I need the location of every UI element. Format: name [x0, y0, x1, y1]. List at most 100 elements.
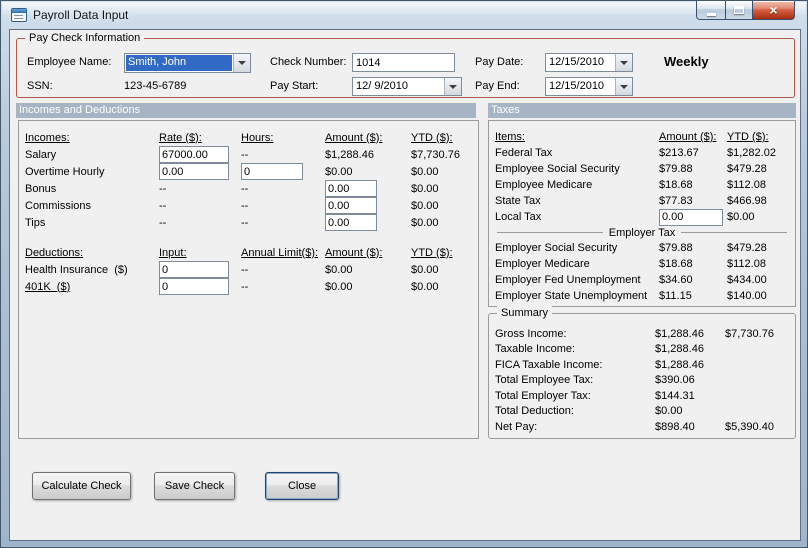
- pay-end-dropdown-button[interactable]: [615, 78, 632, 95]
- col-header-amount: Amount ($):: [659, 131, 717, 143]
- col-header-incomes: Incomes:: [25, 131, 70, 144]
- row-label: Total Employer Tax:: [495, 389, 591, 402]
- window-title: Payroll Data Input: [33, 8, 129, 22]
- chevron-down-icon: [620, 60, 628, 65]
- amount-cell: $0.00: [325, 280, 353, 293]
- rate-cell: --: [159, 199, 167, 212]
- salary-rate-input[interactable]: [159, 146, 229, 163]
- ssn-label: SSN:: [27, 80, 53, 92]
- 401k-input[interactable]: [159, 278, 229, 295]
- limit-cell: --: [241, 263, 249, 276]
- col-header-hours: Hours:: [241, 131, 274, 144]
- row-label: Employer Medicare: [495, 258, 590, 270]
- maximize-button[interactable]: [725, 1, 753, 20]
- local-tax-input[interactable]: [659, 208, 723, 226]
- amount-cell: $1,288.46: [655, 343, 704, 356]
- row-label: FICA Taxable Income:: [495, 358, 603, 371]
- pay-start-dropdown-button[interactable]: [444, 78, 461, 95]
- amount-cell: $1,288.46: [655, 358, 704, 371]
- col-header-deductions: Deductions:: [25, 246, 84, 259]
- check-number-input[interactable]: [352, 53, 455, 72]
- titlebar[interactable]: Payroll Data Input: [1, 1, 807, 29]
- col-header-ytd: YTD ($):: [411, 246, 453, 259]
- ytd-cell: $0.00: [411, 182, 439, 195]
- pay-date-label: Pay Date:: [475, 56, 524, 68]
- row-label: Taxable Income:: [495, 343, 576, 356]
- close-button[interactable]: Close: [265, 472, 339, 500]
- row-label: Gross Income:: [495, 327, 567, 340]
- ytd-cell: $0.00: [411, 165, 439, 178]
- overtime-rate-input[interactable]: [159, 163, 229, 180]
- ytd-cell: $0.00: [411, 263, 439, 276]
- row-label: Employer Fed Unemployment: [495, 274, 641, 286]
- bonus-amount-input[interactable]: [325, 180, 377, 197]
- row-label: Health Insurance ($): [25, 263, 128, 276]
- ytd-cell: $466.98: [727, 195, 767, 207]
- limit-cell: --: [241, 280, 249, 293]
- ytd-cell: $112.08: [727, 179, 766, 191]
- amount-cell: [325, 180, 411, 197]
- 401k-link[interactable]: 401K ($): [25, 281, 159, 293]
- calculate-check-button[interactable]: Calculate Check: [32, 472, 131, 500]
- amount-cell: $898.40: [655, 420, 695, 433]
- minimize-button[interactable]: [696, 1, 725, 20]
- employee-name-select[interactable]: Smith, John: [124, 53, 251, 73]
- row-label: Total Deduction:: [495, 405, 574, 418]
- close-window-button[interactable]: ×: [753, 1, 795, 20]
- pay-date-dropdown-button[interactable]: [615, 54, 632, 71]
- pay-date-datepicker[interactable]: 12/15/2010: [545, 53, 633, 72]
- rate-cell: [159, 163, 241, 180]
- row-label: Employee Social Security: [495, 163, 620, 175]
- row-label: State Tax: [495, 195, 541, 207]
- commissions-amount-input[interactable]: [325, 197, 377, 214]
- overtime-hours-input[interactable]: [241, 163, 303, 180]
- row-label: Net Pay:: [495, 420, 538, 433]
- pay-end-value: 12/15/2010: [549, 80, 605, 92]
- amount-cell: [325, 197, 411, 214]
- employer-tax-divider: Employer Tax: [497, 225, 787, 240]
- employee-name-dropdown-button[interactable]: [233, 54, 250, 72]
- save-check-button[interactable]: Save Check: [154, 472, 235, 500]
- pay-date-value: 12/15/2010: [549, 56, 605, 68]
- row-label: Tips: [25, 216, 46, 229]
- summary-table: Gross Income: $1,288.46 $7,730.76 Taxabl…: [489, 314, 795, 435]
- col-header-amount: Amount ($):: [325, 131, 383, 144]
- ytd-cell: $0.00: [411, 216, 439, 229]
- hours-cell: --: [241, 148, 249, 161]
- tips-amount-input[interactable]: [325, 214, 377, 231]
- ytd-cell: $140.00: [727, 290, 767, 302]
- employer-tax-label: Employer Tax: [608, 226, 676, 239]
- pay-frequency: Weekly: [664, 54, 709, 69]
- check-number-label: Check Number:: [270, 56, 347, 68]
- pay-end-datepicker[interactable]: 12/15/2010: [545, 77, 633, 96]
- ytd-cell: $1,282.02: [727, 147, 776, 159]
- amount-cell: $34.60: [659, 274, 693, 286]
- amount-cell: $79.88: [659, 163, 693, 175]
- summary-groupbox: Summary Gross Income: $1,288.46 $7,730.7…: [488, 306, 796, 439]
- row-label: Local Tax: [495, 211, 542, 223]
- pay-end-label: Pay End:: [475, 80, 520, 92]
- health-insurance-input[interactable]: [159, 261, 229, 278]
- employer-taxes-table: Employer Social Security $79.88 $479.28 …: [495, 240, 789, 304]
- amount-cell: $18.68: [659, 179, 693, 191]
- ytd-cell: $5,390.40: [725, 420, 774, 433]
- pay-start-datepicker[interactable]: 12/ 9/2010: [352, 77, 462, 96]
- col-header-annual-limit: Annual Limit($):: [241, 246, 319, 259]
- col-header-ytd: YTD ($):: [411, 131, 453, 144]
- chevron-down-icon: [620, 84, 628, 89]
- ytd-cell: $479.28: [727, 163, 767, 175]
- col-header-items: Items:: [495, 131, 525, 143]
- amount-cell: $0.00: [325, 263, 353, 276]
- row-label: Employer State Unemployment: [495, 290, 648, 302]
- pay-start-value: 12/ 9/2010: [356, 80, 408, 92]
- ytd-cell: $479.28: [727, 242, 767, 254]
- employee-name-label: Employee Name:: [27, 56, 112, 68]
- col-header-amount: Amount ($):: [325, 246, 383, 259]
- input-cell: [159, 278, 241, 295]
- row-label: Commissions: [25, 199, 92, 212]
- rate-cell: [159, 146, 241, 163]
- hours-cell: --: [241, 182, 249, 195]
- amount-cell: $213.67: [659, 147, 699, 159]
- ssn-value: 123-45-6789: [124, 80, 187, 92]
